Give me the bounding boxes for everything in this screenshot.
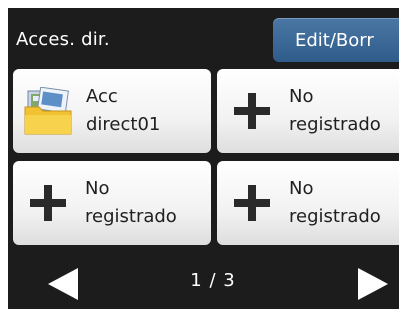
shortcut-label: No registrado (289, 178, 381, 227)
plus-icon (234, 93, 270, 129)
right-arrow-icon[interactable] (340, 258, 399, 309)
shortcut-tile-1[interactable]: Acc direct01 (13, 69, 211, 153)
shortcut-label: No registrado (85, 178, 177, 227)
shortcut-tile-4[interactable]: No registrado (217, 161, 399, 245)
shortcut-tile-3[interactable]: No registrado (13, 161, 211, 245)
page-title: Acces. dir. (16, 29, 110, 50)
shortcut-tile-2[interactable]: No registrado (217, 69, 399, 153)
shortcut-label: Acc direct01 (86, 86, 161, 135)
lcd-screen: Acces. dir. Edit/Borr Acc direct01 No re… (8, 8, 399, 309)
header-bar: Acces. dir. Edit/Borr (8, 8, 399, 64)
left-arrow-icon[interactable] (36, 258, 96, 309)
folder-icon (24, 87, 72, 135)
shortcut-label: No registrado (289, 86, 381, 135)
edit-delete-button[interactable]: Edit/Borr (273, 18, 399, 62)
plus-icon (30, 185, 66, 221)
pagination-bar: 1 / 3 (8, 258, 399, 309)
plus-icon (234, 185, 270, 221)
page-indicator: 1 / 3 (190, 270, 236, 291)
